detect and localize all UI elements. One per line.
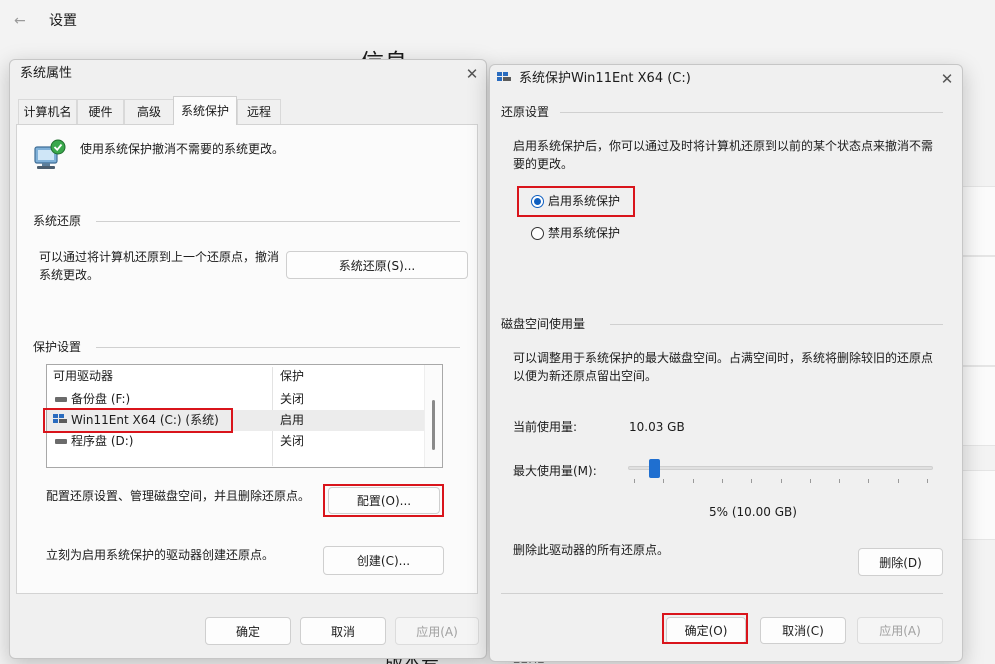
available-drives-list: 可用驱动器 保护 备份盘 (F:) 关闭 Win11Ent X64 (C:) (…: [46, 364, 443, 468]
slider-tick: [780, 479, 782, 483]
divider: [610, 324, 943, 325]
slider-tick: [751, 479, 753, 483]
disk-usage-text: 可以调整用于系统保护的最大磁盘空间。占满空间时，系统将删除较旧的还原点以便为新还…: [513, 351, 934, 383]
drive-protection-status: 关闭: [280, 434, 305, 448]
ok-button[interactable]: 确定: [205, 617, 291, 645]
system-protection-icon: [34, 139, 66, 169]
settings-card: [960, 366, 995, 446]
drive-name: 程序盘 (D:): [71, 434, 134, 448]
cancel-button[interactable]: 取消(C): [760, 617, 846, 644]
slider-tick: [839, 479, 841, 483]
slider-tick: [809, 479, 811, 483]
restore-settings-section-label: 还原设置: [501, 105, 550, 119]
slider-tick: [692, 479, 694, 483]
max-usage-slider-thumb[interactable]: [648, 459, 660, 478]
tab-computer-name[interactable]: 计算机名: [18, 99, 77, 124]
disable-protection-label[interactable]: 禁用系统保护: [548, 224, 620, 242]
drive-name: 备份盘 (F:): [71, 392, 131, 406]
slider-tick: [868, 479, 870, 483]
drive-name: Win11Ent X64 (C:) (系统): [71, 413, 219, 427]
drive-row-system[interactable]: Win11Ent X64 (C:) (系统) 启用: [47, 410, 425, 431]
settings-card: [960, 470, 995, 540]
slider-tick: [663, 479, 665, 483]
windows-drive-icon: [53, 414, 67, 426]
delete-button[interactable]: 删除(D): [858, 548, 943, 576]
slider-tick: [927, 479, 928, 483]
drive-protection-status: 关闭: [280, 392, 305, 406]
create-button[interactable]: 创建(C)...: [323, 546, 444, 575]
max-usage-value: 5% (10.00 GB): [709, 505, 797, 519]
back-arrow-icon[interactable]: ←: [14, 12, 32, 30]
column-header-protection[interactable]: 保护: [280, 365, 304, 387]
drive-row-backup[interactable]: 备份盘 (F:) 关闭: [47, 389, 425, 410]
settings-card: [960, 256, 995, 366]
settings-card: [960, 186, 995, 256]
disable-protection-radio[interactable]: [531, 227, 544, 240]
system-restore-section-label: 系统还原: [33, 214, 82, 228]
slider-tick: [897, 479, 899, 483]
column-header-drives[interactable]: 可用驱动器: [53, 365, 113, 387]
system-restore-button[interactable]: 系统还原(S)...: [286, 251, 468, 279]
divider: [560, 112, 943, 113]
divider: [96, 347, 460, 348]
configure-text: 配置还原设置、管理磁盘空间，并且删除还原点。: [46, 489, 311, 503]
delete-text: 删除此驱动器的所有还原点。: [513, 543, 670, 557]
cancel-button[interactable]: 取消: [300, 617, 386, 645]
drive-protection-status: 启用: [280, 413, 305, 427]
system-properties-title: 系统属性: [20, 66, 73, 81]
list-scrollbar[interactable]: [424, 365, 442, 467]
protection-settings-section-label: 保护设置: [33, 340, 82, 354]
divider: [501, 593, 943, 594]
system-protection-description: 使用系统保护撤消不需要的系统更改。: [80, 142, 285, 156]
tab-hardware[interactable]: 硬件: [77, 99, 124, 124]
current-usage-label: 当前使用量:: [513, 420, 578, 434]
enable-protection-label[interactable]: 启用系统保护: [548, 192, 620, 210]
windows-drive-icon: [497, 72, 511, 84]
apply-button[interactable]: 应用(A): [395, 617, 479, 645]
slider-tick: [721, 479, 723, 483]
drive-row-program[interactable]: 程序盘 (D:) 关闭: [47, 431, 425, 452]
tab-advanced[interactable]: 高级: [124, 99, 174, 124]
close-icon[interactable]: ✕: [939, 71, 955, 87]
max-usage-slider-track[interactable]: [628, 466, 933, 470]
close-icon[interactable]: ✕: [464, 66, 480, 82]
settings-title: 设置: [49, 13, 77, 29]
disk-usage-section-label: 磁盘空间使用量: [501, 317, 586, 331]
create-text: 立刻为启用系统保护的驱动器创建还原点。: [46, 548, 275, 562]
divider: [96, 221, 460, 222]
apply-button[interactable]: 应用(A): [857, 617, 943, 644]
configure-button[interactable]: 配置(O)...: [328, 487, 440, 514]
restore-settings-text: 启用系统保护后，你可以通过及时将计算机还原到以前的某个状态点来撤消不需要的更改。: [513, 139, 934, 171]
system-protection-tab-panel: [16, 124, 478, 594]
drive-icon: [55, 397, 67, 402]
enable-protection-radio[interactable]: [531, 195, 544, 208]
ok-button[interactable]: 确定(O): [666, 617, 746, 644]
max-usage-label: 最大使用量(M):: [513, 464, 597, 478]
slider-tick: [634, 479, 635, 483]
drive-icon: [55, 439, 67, 444]
current-usage-value: 10.03 GB: [629, 420, 685, 434]
tab-system-protection[interactable]: 系统保护: [173, 96, 237, 125]
scrollbar-thumb[interactable]: [432, 400, 435, 450]
system-protection-title: 系统保护Win11Ent X64 (C:): [519, 71, 691, 86]
tab-remote[interactable]: 远程: [237, 99, 281, 124]
system-restore-text: 可以通过将计算机还原到上一个还原点，撤消系统更改。: [39, 250, 280, 282]
